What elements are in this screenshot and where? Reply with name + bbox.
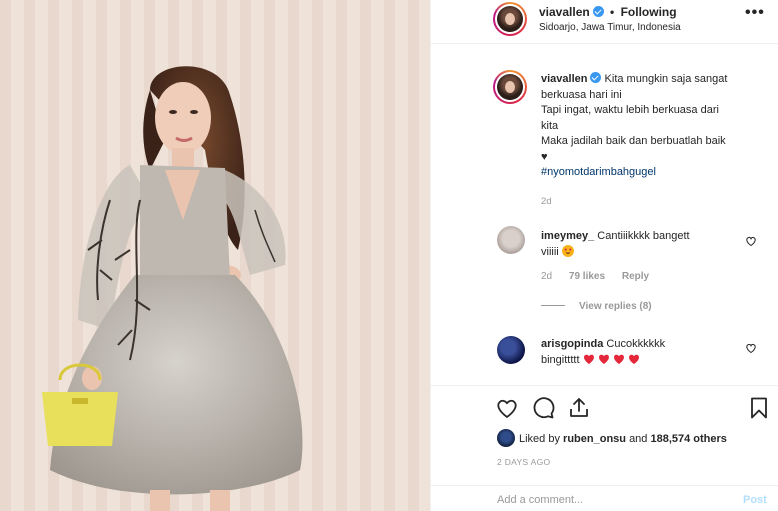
hashtag-link[interactable]: #nyomotdarimbahgugel <box>541 166 656 178</box>
caption-line: berkuasa hari ini <box>541 88 622 101</box>
comment-likes[interactable]: 79 likes <box>569 271 605 282</box>
post-photo[interactable] <box>0 0 430 511</box>
view-replies-label: View replies (8) <box>579 301 652 312</box>
replies-divider <box>541 305 565 306</box>
liked-by-prefix: Liked by <box>519 433 560 445</box>
liked-by-user[interactable]: ruben_onsu <box>563 433 626 445</box>
following-button[interactable]: Following <box>621 5 677 19</box>
comment-like-heart-icon[interactable] <box>745 235 757 247</box>
header-avatar[interactable] <box>493 2 527 36</box>
red-heart-emoji-icon <box>613 354 624 364</box>
caption-time[interactable]: 2d <box>541 196 552 207</box>
comment-meta: 2d 79 likes Reply <box>541 271 663 282</box>
caption-line: Tapi ingat, waktu lebih berkuasa dari <box>541 104 719 116</box>
comment-bubble-icon[interactable] <box>531 396 555 420</box>
header-separator: • <box>610 5 615 19</box>
caption-text: viavallen Kita mungkin saja sangat berku… <box>541 72 761 181</box>
comment-avatar[interactable] <box>497 336 525 364</box>
heart-eyes-emoji-icon <box>561 245 574 257</box>
liker-avatar[interactable] <box>497 429 515 447</box>
comment-text: arisgopinda Cucokkkkkk bingittttt <box>541 336 731 368</box>
red-heart-emoji-icon <box>583 354 594 364</box>
liked-by-count[interactable]: 188,574 others <box>650 433 726 445</box>
location-link[interactable]: Sidoarjo, Jawa Timur, Indonesia <box>539 22 681 33</box>
comment-body: Cantiiikkkk bangett <box>597 230 690 242</box>
bookmark-icon[interactable] <box>747 396 771 420</box>
woman-in-silver-dress-photo <box>0 0 430 511</box>
header-username[interactable]: viavallen <box>539 5 590 19</box>
post-comment-button[interactable]: Post <box>743 494 767 506</box>
caption-line: Kita mungkin saja sangat <box>604 73 728 85</box>
comment-like-heart-icon[interactable] <box>745 342 757 354</box>
ellipsis-icon[interactable]: ••• <box>745 4 765 22</box>
comment-text: imeymey_ Cantiiikkkk bangett viiiii <box>541 228 731 260</box>
caption-line: kita <box>541 119 559 132</box>
post-actions: Liked by ruben_onsu and 188,574 others 2… <box>431 385 778 511</box>
comment-username[interactable]: imeymey_ <box>541 230 594 242</box>
comments-list[interactable]: viavallen Kita mungkin saja sangat berku… <box>431 45 778 385</box>
comment-input[interactable]: Add a comment... <box>497 494 583 506</box>
post-sidebar: viavallen • Following Sidoarjo, Jawa Tim… <box>430 0 778 511</box>
verified-badge-icon <box>590 72 602 83</box>
comment-body-2: bingittttt <box>541 354 580 366</box>
caption-username[interactable]: viavallen <box>541 73 587 85</box>
posted-time[interactable]: 2 DAYS AGO <box>497 457 550 467</box>
red-heart-emoji-icon <box>598 354 609 364</box>
comment-body-2: viiiii <box>541 246 559 258</box>
add-comment-bar: Add a comment... Post <box>431 485 778 511</box>
liked-by-and: and <box>629 433 648 445</box>
view-replies-button[interactable]: View replies (8) <box>541 301 652 312</box>
comment-body: Cucokkkkkk <box>606 338 666 350</box>
verified-badge-icon <box>592 6 604 17</box>
comment-time[interactable]: 2d <box>541 271 552 282</box>
post-header: viavallen • Following Sidoarjo, Jawa Tim… <box>431 0 778 44</box>
header-user-line: viavallen • Following <box>539 5 677 19</box>
black-heart-icon: ♥ <box>541 150 548 163</box>
comment-avatar[interactable] <box>497 226 525 254</box>
liked-by: Liked by ruben_onsu and 188,574 others <box>497 429 727 447</box>
red-heart-emoji-icon <box>628 354 639 364</box>
caption-line: Maka jadilah baik dan berbuatlah baik <box>541 135 726 147</box>
like-heart-icon[interactable] <box>495 396 519 420</box>
reply-button[interactable]: Reply <box>622 271 649 282</box>
share-upload-icon[interactable] <box>567 396 591 420</box>
caption-avatar[interactable] <box>493 70 527 104</box>
instagram-post: viavallen • Following Sidoarjo, Jawa Tim… <box>0 0 778 511</box>
comment-username[interactable]: arisgopinda <box>541 338 603 350</box>
